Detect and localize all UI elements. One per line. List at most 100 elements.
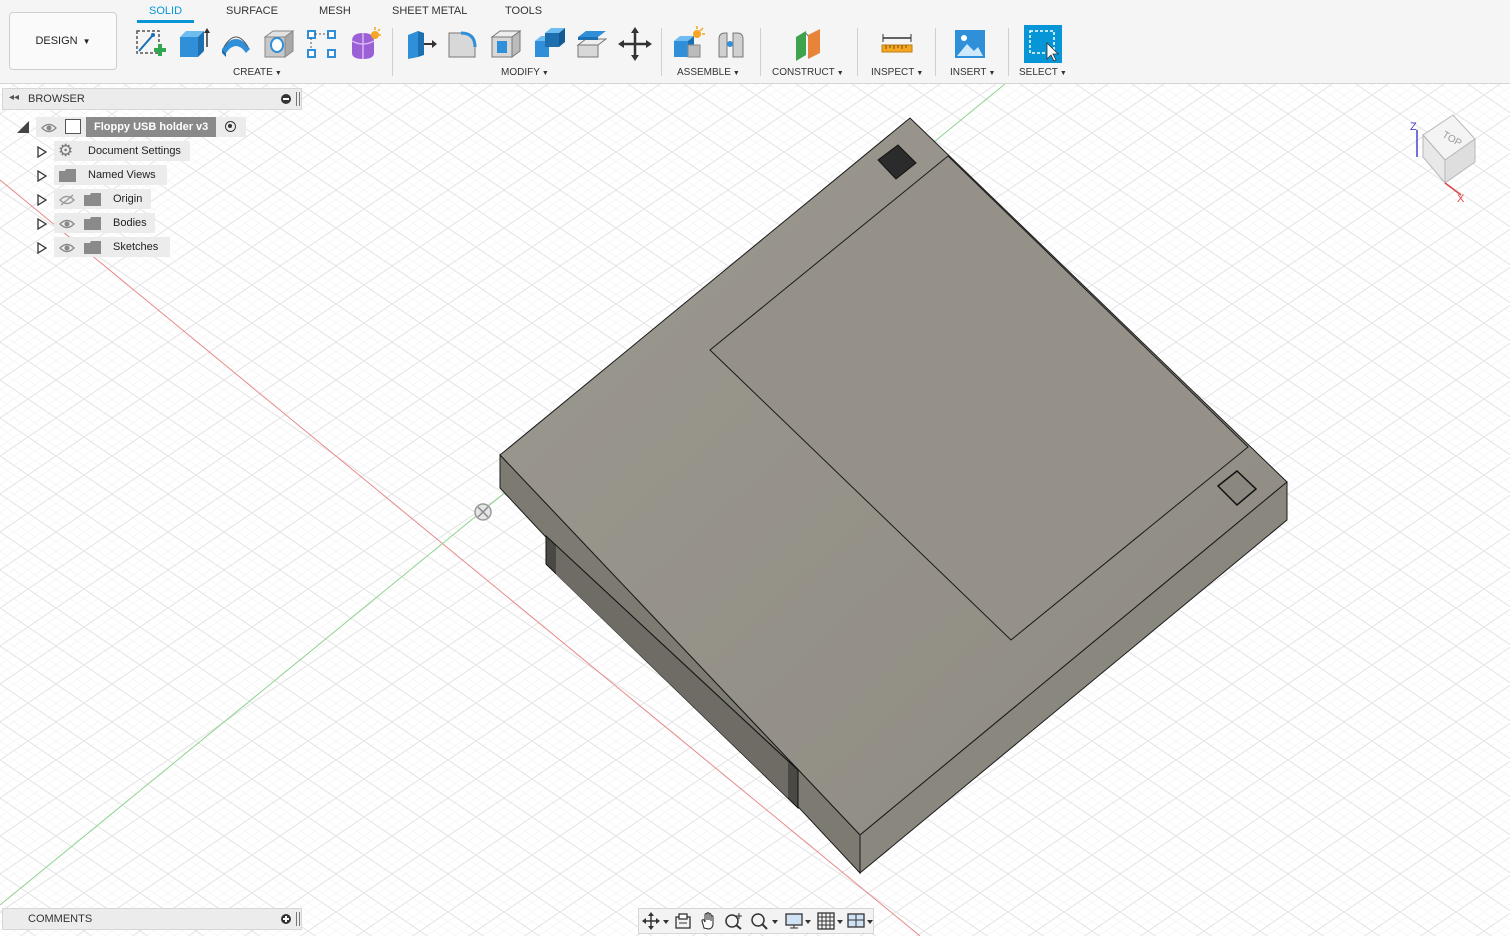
measure-icon[interactable] xyxy=(879,25,915,63)
sidebar-item-label: Named Views xyxy=(88,169,156,181)
look-at-icon[interactable] xyxy=(674,912,692,930)
combine-icon[interactable] xyxy=(531,25,567,63)
view-cube[interactable]: TOP Z X xyxy=(1405,105,1495,205)
panel-resize-handle[interactable] xyxy=(296,912,300,926)
chevron-down-icon: ▼ xyxy=(82,36,91,46)
toolbar-divider xyxy=(760,28,761,76)
tree-collapsed-icon[interactable] xyxy=(37,193,48,211)
select-icon[interactable] xyxy=(1023,25,1063,63)
gear-icon: ⚙ xyxy=(58,141,74,160)
toolbar-divider xyxy=(661,28,662,76)
root-component-label[interactable]: Floppy USB holder v3 xyxy=(86,117,217,137)
viewports-icon[interactable] xyxy=(847,912,875,930)
workspace-label: DESIGN xyxy=(35,35,78,47)
toolbar-divider xyxy=(935,28,936,76)
sidebar-item-label: Bodies xyxy=(113,217,147,229)
zoom-icon[interactable] xyxy=(724,912,744,930)
workspace-switcher-button[interactable]: DESIGN ▼ xyxy=(9,12,117,70)
press-pull-icon[interactable] xyxy=(402,25,438,63)
chevron-down-icon: ▼ xyxy=(274,70,282,77)
inspect-menu-label: INSPECT xyxy=(871,67,915,78)
browser-options-icon[interactable] xyxy=(281,94,291,104)
sidebar-item-label: Origin xyxy=(113,193,143,205)
grid-icon[interactable] xyxy=(817,912,845,930)
fillet-icon[interactable] xyxy=(445,25,481,63)
origin-marker xyxy=(474,503,492,521)
create-menu[interactable]: CREATE ▼ xyxy=(233,67,282,78)
activate-component-icon[interactable] xyxy=(225,121,236,132)
construct-menu-label: CONSTRUCT xyxy=(772,67,835,78)
pattern-icon[interactable] xyxy=(304,25,340,63)
visibility-eye-icon[interactable] xyxy=(59,217,75,235)
insert-menu-label: INSERT xyxy=(950,67,987,78)
add-comment-icon[interactable] xyxy=(281,914,291,924)
create-sketch-icon[interactable] xyxy=(133,25,169,63)
tab-tools[interactable]: TOOLS xyxy=(505,5,542,21)
z-axis-label: Z xyxy=(1410,121,1417,133)
select-menu-label: SELECT xyxy=(1019,67,1058,78)
browser-item-bodies[interactable]: Bodies xyxy=(0,213,300,233)
create-form-icon[interactable] xyxy=(347,25,383,63)
comments-title: COMMENTS xyxy=(28,913,93,925)
tree-collapsed-icon[interactable] xyxy=(37,241,48,259)
revolve-icon[interactable] xyxy=(218,25,254,63)
panel-resize-handle[interactable] xyxy=(296,92,300,106)
sidebar-item-label: Sketches xyxy=(113,241,159,253)
tree-collapsed-icon[interactable] xyxy=(37,169,48,187)
select-menu[interactable]: SELECT ▼ xyxy=(1019,67,1067,78)
comments-panel[interactable]: COMMENTS xyxy=(2,908,302,930)
browser-item-sketches[interactable]: Sketches xyxy=(0,237,300,257)
sidebar-item-label: Document Settings xyxy=(88,145,181,157)
folder-icon xyxy=(84,217,101,235)
browser-root-row[interactable]: Floppy USB holder v3 xyxy=(0,117,300,137)
display-settings-icon[interactable] xyxy=(785,912,813,930)
tab-mesh[interactable]: MESH xyxy=(319,5,351,21)
move-icon[interactable] xyxy=(617,25,653,63)
assemble-menu-label: ASSEMBLE xyxy=(677,67,731,78)
pan-icon[interactable] xyxy=(699,912,717,930)
x-axis-label: X xyxy=(1457,193,1465,205)
orbit-icon[interactable] xyxy=(642,912,670,930)
visibility-eye-icon[interactable] xyxy=(41,121,57,139)
browser-item-document-settings[interactable]: ⚙ Document Settings xyxy=(0,141,300,161)
extrude-icon[interactable] xyxy=(176,25,212,63)
canvas-3d[interactable] xyxy=(0,83,1510,937)
model-viewport[interactable] xyxy=(0,83,1510,937)
modify-menu-label: MODIFY xyxy=(501,67,540,78)
insert-image-icon[interactable] xyxy=(952,25,988,63)
browser-panel-header: ◂◂ BROWSER xyxy=(2,88,302,110)
construct-menu[interactable]: CONSTRUCT ▼ xyxy=(772,67,844,78)
offset-plane-icon[interactable] xyxy=(790,25,826,63)
assemble-menu[interactable]: ASSEMBLE ▼ xyxy=(677,67,740,78)
browser-title: BROWSER xyxy=(28,93,85,105)
tree-collapsed-icon[interactable] xyxy=(37,145,48,163)
tree-collapsed-icon[interactable] xyxy=(37,217,48,235)
insert-menu[interactable]: INSERT ▼ xyxy=(950,67,995,78)
hole-icon[interactable] xyxy=(261,25,297,63)
folder-icon xyxy=(59,169,76,187)
visibility-hidden-icon[interactable] xyxy=(59,193,75,211)
modify-menu[interactable]: MODIFY ▼ xyxy=(501,67,549,78)
browser-item-origin[interactable]: Origin xyxy=(0,189,300,209)
tree-expanded-icon[interactable] xyxy=(17,121,29,133)
navigation-bar xyxy=(638,908,874,934)
toolbar: DESIGN ▼ SOLID SURFACE MESH SHEET METAL … xyxy=(0,0,1510,84)
chevron-down-icon: ▼ xyxy=(541,70,549,77)
fit-icon[interactable] xyxy=(750,912,780,930)
component-icon xyxy=(65,119,81,134)
tab-sheet-metal[interactable]: SHEET METAL xyxy=(392,5,467,21)
chevron-down-icon: ▼ xyxy=(988,70,996,77)
collapse-panel-icon[interactable]: ◂◂ xyxy=(9,92,19,103)
visibility-eye-icon[interactable] xyxy=(59,241,75,259)
shell-icon[interactable] xyxy=(488,25,524,63)
tab-surface[interactable]: SURFACE xyxy=(226,5,278,21)
folder-icon xyxy=(84,241,101,259)
folder-icon xyxy=(84,193,101,211)
browser-item-named-views[interactable]: Named Views xyxy=(0,165,300,185)
joint-icon[interactable] xyxy=(713,25,749,63)
toolbar-divider xyxy=(857,28,858,76)
offset-face-icon[interactable] xyxy=(574,25,610,63)
tab-solid[interactable]: SOLID xyxy=(136,5,195,23)
inspect-menu[interactable]: INSPECT ▼ xyxy=(871,67,923,78)
new-component-icon[interactable] xyxy=(670,25,706,63)
